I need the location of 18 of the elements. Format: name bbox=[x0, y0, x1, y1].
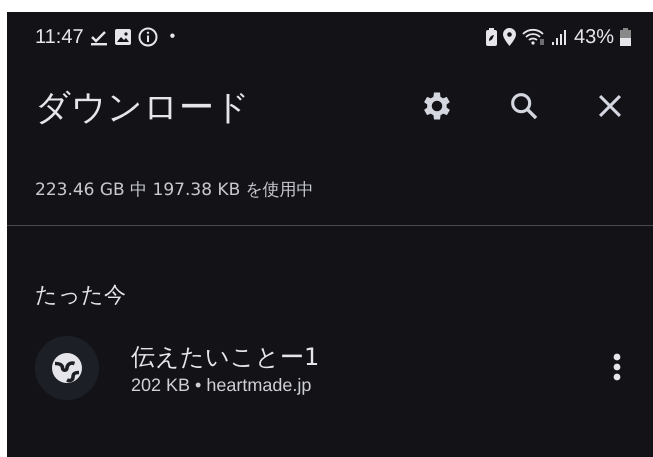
storage-usage: 223.46 GB 中 197.38 KB を使用中 bbox=[7, 152, 653, 226]
battery-saver-icon bbox=[486, 28, 497, 46]
info-icon bbox=[138, 27, 158, 47]
page-title: ダウンロード bbox=[35, 86, 251, 130]
location-icon bbox=[502, 28, 516, 46]
image-icon bbox=[114, 28, 132, 46]
clock: 11:47 bbox=[35, 26, 84, 48]
signal-icon bbox=[552, 28, 568, 46]
wifi-icon bbox=[522, 28, 546, 46]
notification-dot: • bbox=[170, 28, 176, 46]
section-header: たった今 bbox=[34, 282, 127, 310]
check-icon bbox=[90, 28, 108, 46]
globe-icon bbox=[49, 350, 85, 386]
file-name: 伝えたいことー1 bbox=[131, 342, 320, 372]
more-vertical-icon bbox=[613, 352, 621, 382]
battery-icon bbox=[620, 28, 631, 46]
battery-percent: 43% bbox=[574, 26, 614, 48]
file-details: 202 KB • heartmade.jp bbox=[131, 374, 312, 396]
